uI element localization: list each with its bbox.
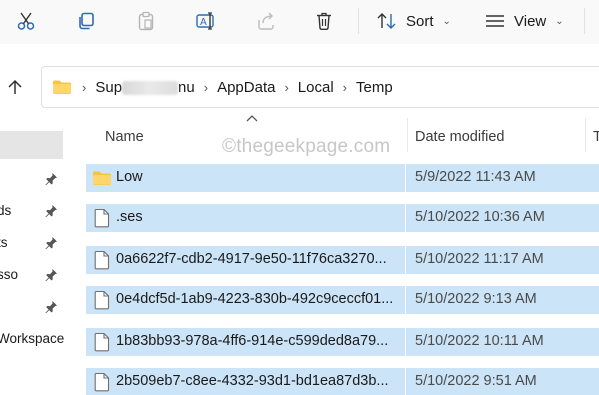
breadcrumb-temp[interactable]: Temp: [356, 79, 393, 96]
nav-item-label: ds: [0, 203, 12, 218]
chevron-right-icon: ›: [342, 79, 347, 95]
column-divider: [405, 286, 406, 314]
nav-item-pinned[interactable]: sso: [0, 261, 70, 289]
file-icon: [94, 372, 110, 395]
cut-button[interactable]: [10, 4, 42, 38]
breadcrumb-user[interactable]: Sup nu: [95, 79, 194, 96]
file-row[interactable]: Low 5/9/2022 11:43 AM: [86, 164, 599, 192]
paste-button[interactable]: [130, 4, 162, 38]
sort-label: Sort: [406, 12, 434, 30]
file-row[interactable]: 0a6622f7-cdb2-4917-9e50-11f76ca3270... 5/…: [86, 246, 599, 274]
view-button[interactable]: View ⌄: [484, 4, 574, 38]
nav-item-label: sso: [0, 267, 19, 282]
rename-icon: A: [196, 12, 214, 30]
pin-icon[interactable]: [44, 236, 58, 250]
view-label: View: [514, 12, 547, 30]
column-header-date-modified[interactable]: Date modified: [415, 118, 585, 156]
nav-item-pinned[interactable]: [0, 293, 70, 321]
toolbar-divider: [358, 8, 359, 34]
rename-button[interactable]: A: [190, 4, 222, 38]
arrow-up-icon: [8, 79, 22, 94]
file-name: 0a6622f7-cdb2-4917-9e50-11f76ca3270...: [116, 251, 387, 267]
nav-item-pinned[interactable]: ts: [0, 229, 70, 257]
svg-text:A: A: [200, 17, 207, 28]
redacted-text: [122, 80, 179, 95]
file-date-modified: 5/10/2022 10:11 AM: [415, 333, 544, 349]
file-date-modified: 5/9/2022 11:43 AM: [415, 169, 536, 185]
column-divider: [405, 164, 406, 192]
trash-icon: [317, 12, 331, 30]
column-header-name-label: Name: [105, 129, 144, 145]
folder-icon: [53, 80, 71, 94]
chevron-down-icon: ⌄: [442, 15, 451, 27]
file-row[interactable]: 1b83bb93-978a-4ff6-914e-c599ded8a79... 5/…: [86, 328, 599, 356]
breadcrumb-appdata[interactable]: AppData: [217, 79, 275, 96]
column-header-date-label: Date modified: [415, 129, 505, 145]
up-button[interactable]: [0, 66, 30, 108]
file-row[interactable]: 2b509eb7-c8ee-4332-93d1-bd1ea87d3b... 5/1…: [86, 368, 599, 395]
nav-item-workspace[interactable]: Workspace: [0, 325, 70, 353]
file-icon: [94, 250, 110, 275]
column-divider: [405, 368, 406, 395]
pin-icon[interactable]: [44, 204, 58, 218]
nav-item-pinned[interactable]: ds: [0, 197, 70, 225]
breadcrumb-local[interactable]: Local: [298, 79, 334, 96]
chevron-down-icon: ⌄: [555, 15, 564, 27]
view-icon: [486, 15, 504, 27]
copy-button[interactable]: [70, 4, 102, 38]
nav-item-selected[interactable]: [0, 131, 63, 159]
chevron-right-icon: ›: [82, 79, 87, 95]
file-icon: [94, 332, 110, 357]
column-divider: [405, 204, 406, 232]
file-date-modified: 5/10/2022 9:13 AM: [415, 291, 537, 307]
column-divider: [405, 246, 406, 274]
address-bar[interactable]: › Sup nu › AppData › Local › Temp: [41, 66, 599, 108]
file-name: 0e4dcf5d-1ab9-4223-830b-492c9ceccf01...: [116, 291, 394, 307]
file-name: 2b509eb7-c8ee-4332-93d1-bd1ea87d3b...: [116, 373, 389, 389]
pin-icon[interactable]: [44, 300, 58, 314]
chevron-right-icon: ›: [203, 79, 209, 95]
file-date-modified: 5/10/2022 10:36 AM: [415, 209, 545, 225]
file-icon: [94, 290, 110, 315]
file-name: Low: [116, 169, 143, 185]
share-button[interactable]: [250, 4, 282, 38]
paste-icon: [138, 11, 154, 31]
file-icon: [94, 208, 110, 233]
share-icon: [258, 12, 274, 30]
column-header-type-label: T: [593, 129, 599, 145]
column-divider[interactable]: [585, 118, 586, 152]
nav-item-pinned[interactable]: [0, 165, 70, 193]
pin-icon[interactable]: [44, 172, 58, 186]
file-date-modified: 5/10/2022 9:51 AM: [415, 373, 537, 389]
command-bar: A Sort ⌄ View ⌄: [0, 0, 599, 44]
column-header-type[interactable]: T: [593, 118, 599, 156]
delete-button[interactable]: [308, 4, 340, 38]
file-row[interactable]: 0e4dcf5d-1ab9-4223-830b-492c9ceccf01... 5…: [86, 286, 599, 314]
file-row[interactable]: .ses 5/10/2022 10:36 AM: [86, 204, 599, 232]
chevron-right-icon: ›: [284, 79, 289, 95]
watermark: ©thegeekpage.com: [222, 136, 391, 157]
toolbar-divider: [584, 8, 585, 34]
nav-item-label: Workspace: [0, 331, 65, 346]
file-name: .ses: [116, 209, 143, 225]
file-date-modified: 5/10/2022 11:17 AM: [415, 251, 544, 267]
scissors-icon: [17, 12, 35, 30]
column-divider: [405, 328, 406, 356]
pin-icon[interactable]: [44, 268, 58, 282]
sort-button[interactable]: Sort ⌄: [376, 4, 462, 38]
nav-item-label: ts: [0, 235, 8, 250]
sort-icon: [377, 13, 396, 29]
file-name: 1b83bb93-978a-4ff6-914e-c599ded8a79...: [116, 333, 389, 349]
folder-icon: [92, 170, 112, 191]
copy-icon: [79, 12, 94, 30]
column-divider[interactable]: [407, 118, 408, 152]
